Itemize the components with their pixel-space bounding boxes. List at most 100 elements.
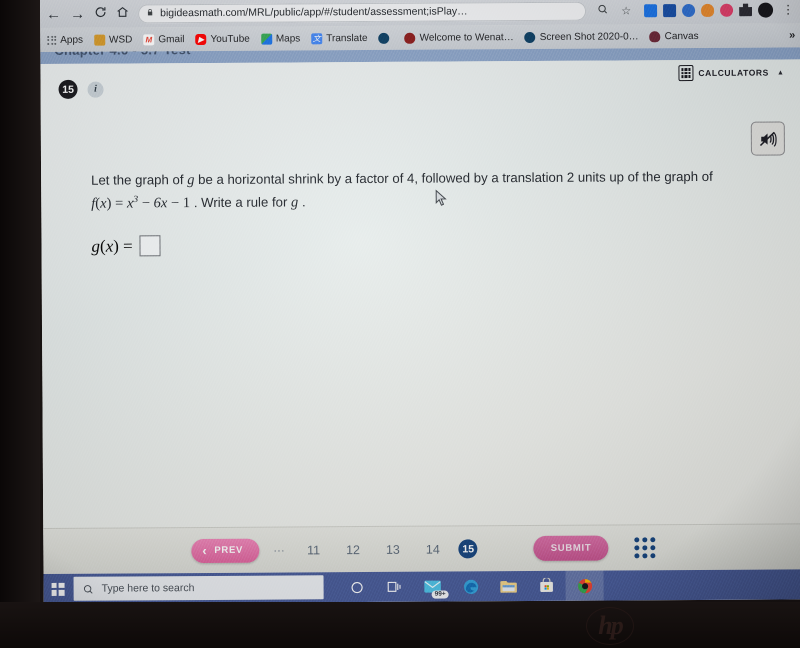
extensions-strip bbox=[642, 2, 774, 18]
taskbar-search-input[interactable]: Type here to search bbox=[73, 575, 324, 601]
question-indicator: 15 i bbox=[58, 79, 104, 99]
answer-label: g(x) = bbox=[91, 236, 132, 256]
question-number-badge: 15 bbox=[58, 79, 78, 99]
task-view-icon[interactable] bbox=[376, 572, 414, 602]
extension-blue-circle-icon[interactable] bbox=[682, 3, 696, 17]
bookmark-label: Screen Shot 2020-0… bbox=[539, 30, 639, 43]
minus-sign-1: − bbox=[141, 195, 151, 212]
bookmark-globe-1[interactable] bbox=[378, 32, 394, 44]
extensions-puzzle-icon[interactable] bbox=[739, 3, 752, 16]
exponent-3: 3 bbox=[133, 195, 139, 206]
bookmark-maps[interactable]: Maps bbox=[260, 32, 301, 45]
chevron-left-icon: ‹ bbox=[202, 542, 208, 558]
bookmarks-overflow-icon[interactable]: » bbox=[789, 29, 795, 41]
page-11[interactable]: 11 bbox=[300, 543, 327, 557]
lock-icon bbox=[146, 7, 154, 19]
back-icon[interactable]: ← bbox=[46, 5, 61, 22]
answer-g: g bbox=[91, 236, 101, 256]
laptop-photo: ← → bigideasmath.com/MRL/public/app/#/st… bbox=[0, 0, 800, 648]
bookmark-label: Apps bbox=[60, 34, 84, 46]
taskbar-icons: 99+ bbox=[338, 570, 604, 603]
period: . bbox=[301, 194, 306, 210]
question-grid-icon[interactable] bbox=[634, 537, 656, 559]
bookmark-canvas[interactable]: Canvas bbox=[649, 30, 699, 42]
bookmark-apps[interactable]: Apps bbox=[47, 34, 83, 45]
question-line1-a: Let the graph of bbox=[91, 172, 184, 188]
question-text: Let the graph of g be a horizontal shrin… bbox=[91, 166, 731, 217]
chevron-up-icon: ▲ bbox=[776, 68, 785, 76]
page-13[interactable]: 13 bbox=[379, 542, 407, 556]
extension-blue-square-icon[interactable] bbox=[663, 3, 677, 17]
laptop-bezel-left bbox=[0, 0, 40, 648]
forward-icon[interactable]: → bbox=[70, 5, 85, 22]
bookmark-label: Maps bbox=[275, 32, 301, 45]
calculators-button[interactable]: CALCULATORS ▲ bbox=[678, 64, 785, 82]
minus-sign-2: − bbox=[170, 195, 180, 212]
globe-icon bbox=[524, 31, 536, 43]
variable-g: g bbox=[187, 172, 195, 189]
chrome-icon[interactable] bbox=[565, 570, 604, 601]
file-explorer-icon[interactable] bbox=[489, 571, 527, 601]
bookmark-gmail[interactable]: M Gmail bbox=[143, 33, 185, 45]
bookmark-label: Translate bbox=[326, 32, 368, 44]
extension-c-icon[interactable] bbox=[644, 3, 658, 17]
assessment-topbar: 15 i CALCULATORS ▲ bbox=[40, 59, 800, 108]
search-icon[interactable] bbox=[595, 4, 610, 18]
six-x-term: 6x bbox=[153, 195, 168, 212]
profile-avatar[interactable] bbox=[758, 2, 774, 18]
assessment-navigation: ‹ PREV … 11 12 13 14 15 SUBMIT bbox=[43, 523, 800, 574]
page-14[interactable]: 14 bbox=[419, 542, 447, 556]
search-icon bbox=[83, 584, 93, 594]
wsd-icon bbox=[94, 34, 106, 46]
speaker-muted-icon bbox=[759, 131, 777, 147]
answer-equals: = bbox=[123, 235, 133, 255]
paren-close: ) bbox=[106, 196, 112, 213]
prev-label: PREV bbox=[214, 544, 244, 556]
bookmark-label: Welcome to Wenat… bbox=[419, 31, 514, 44]
bookmark-translate[interactable]: 文 Translate bbox=[311, 32, 368, 44]
page-12[interactable]: 12 bbox=[339, 543, 367, 557]
mute-audio-button[interactable] bbox=[750, 121, 785, 156]
bookmark-label: Canvas bbox=[664, 30, 699, 42]
apple-icon bbox=[404, 32, 416, 44]
calculators-label: CALCULATORS bbox=[698, 67, 769, 78]
gmail-icon: M bbox=[143, 33, 155, 45]
laptop-bezel-bottom: hp bbox=[0, 602, 800, 648]
extension-orange-icon[interactable] bbox=[701, 3, 715, 17]
bookmark-welcome-wenatchee[interactable]: Welcome to Wenat… bbox=[404, 31, 514, 44]
answer-input[interactable] bbox=[139, 235, 161, 257]
cortana-icon[interactable] bbox=[338, 572, 376, 602]
browser-menu-icon[interactable]: ⋮ bbox=[782, 2, 794, 16]
mail-icon[interactable]: 99+ bbox=[413, 571, 451, 601]
mail-badge: 99+ bbox=[431, 590, 449, 599]
bookmark-label: WSD bbox=[109, 33, 133, 46]
info-icon[interactable]: i bbox=[87, 81, 104, 98]
edge-icon[interactable] bbox=[451, 571, 489, 601]
microsoft-store-icon[interactable] bbox=[527, 571, 565, 601]
extension-red-icon[interactable] bbox=[720, 3, 734, 17]
youtube-icon: ▶ bbox=[195, 33, 207, 45]
calculator-icon bbox=[678, 65, 694, 82]
home-icon[interactable] bbox=[116, 5, 129, 21]
bookmark-youtube[interactable]: ▶ YouTube bbox=[195, 33, 250, 45]
bookmark-wsd[interactable]: WSD bbox=[94, 33, 133, 46]
bookmark-screen-shot[interactable]: Screen Shot 2020-0… bbox=[524, 30, 639, 43]
submit-button[interactable]: SUBMIT bbox=[533, 535, 609, 561]
answer-row: g(x) = bbox=[91, 235, 161, 257]
page-15-active[interactable]: 15 bbox=[458, 539, 478, 559]
equals-sign: = bbox=[115, 195, 124, 213]
address-bar[interactable]: bigideasmath.com/MRL/public/app/#/studen… bbox=[138, 1, 587, 23]
question-line2-b: . Write a rule for bbox=[193, 194, 288, 211]
windows-taskbar: Type here to search 99+ bbox=[43, 569, 800, 604]
windows-start-icon[interactable] bbox=[44, 574, 72, 604]
question-line1-b: be a horizontal shrink by a factor of 4,… bbox=[198, 169, 661, 188]
prev-button[interactable]: ‹ PREV bbox=[191, 538, 260, 563]
bookmark-star-icon[interactable]: ☆ bbox=[619, 4, 633, 17]
globe-icon bbox=[378, 32, 390, 44]
canvas-icon bbox=[649, 30, 661, 42]
bookmark-label: YouTube bbox=[210, 33, 250, 45]
variable-g-2: g bbox=[290, 194, 299, 211]
pagination-ellipsis: … bbox=[272, 540, 287, 555]
search-placeholder: Type here to search bbox=[101, 582, 195, 595]
reload-icon[interactable] bbox=[94, 6, 107, 22]
